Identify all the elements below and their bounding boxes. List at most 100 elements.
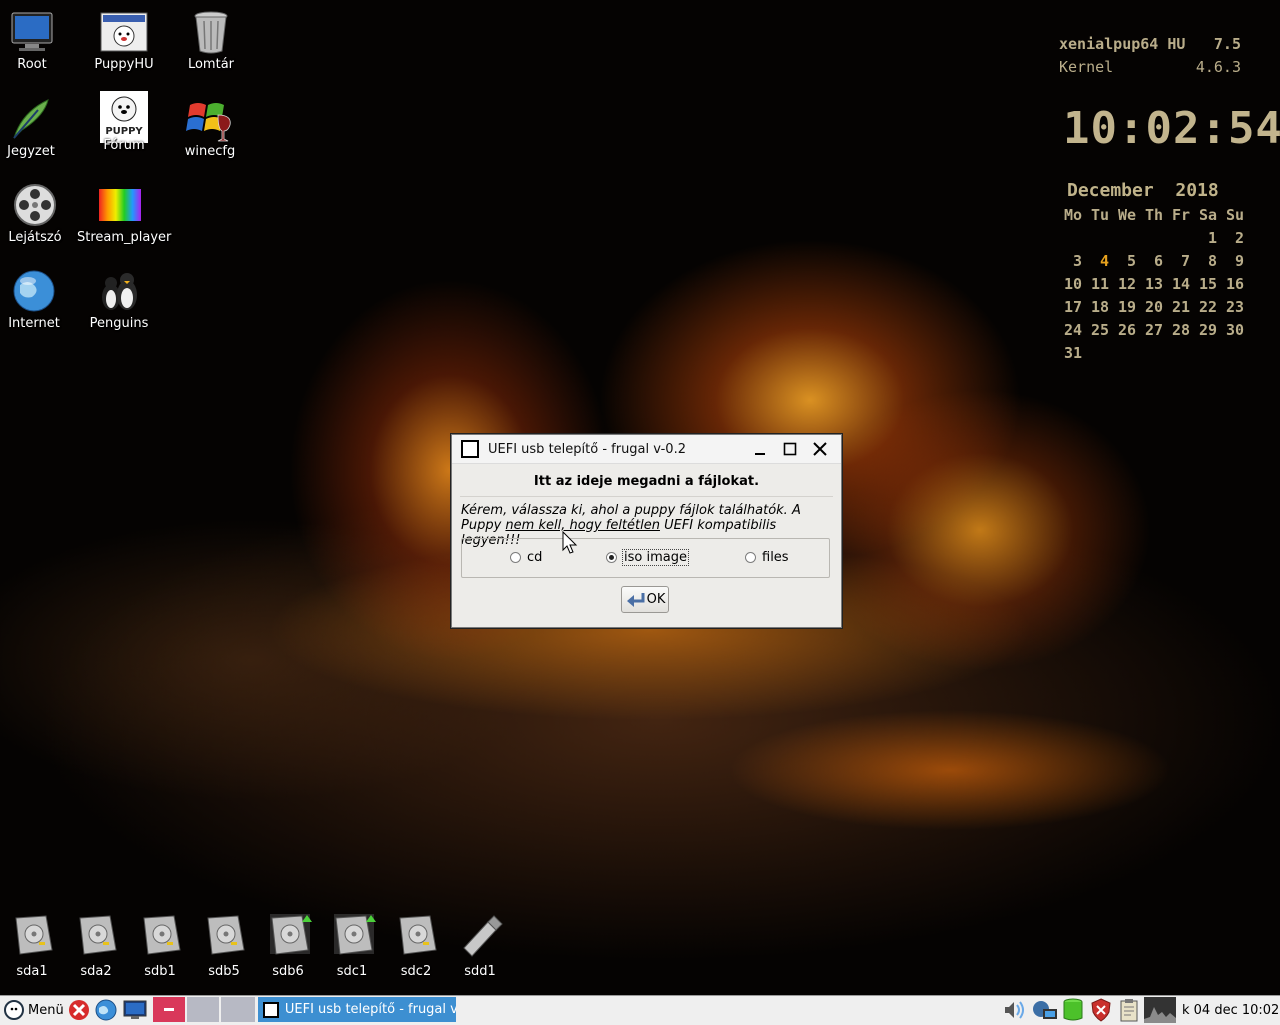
globe-icon bbox=[95, 999, 117, 1021]
radio-files[interactable]: files bbox=[745, 550, 789, 565]
minimize-button[interactable] bbox=[750, 439, 770, 459]
calendar-day bbox=[1190, 342, 1217, 365]
puppy-menu-icon bbox=[4, 1000, 24, 1020]
desktop-icon-internet[interactable]: Internet bbox=[0, 267, 77, 331]
calendar-week: 12 bbox=[1055, 227, 1244, 250]
menu-label: Menü bbox=[28, 1002, 64, 1018]
calendar-day: 12 bbox=[1117, 275, 1136, 293]
volume-tray[interactable] bbox=[1003, 998, 1029, 1022]
desktop-icon-puppyhu[interactable]: PuppyHU bbox=[81, 8, 167, 72]
storage-tray[interactable] bbox=[1062, 998, 1084, 1022]
firewall-tray[interactable] bbox=[1090, 998, 1112, 1022]
window-icon bbox=[461, 440, 479, 458]
monitor-icon bbox=[123, 1000, 147, 1019]
radio-button[interactable] bbox=[745, 552, 756, 563]
calendar-day: 16 bbox=[1225, 275, 1244, 293]
distro-name: xenialpup64 HU bbox=[1059, 35, 1186, 53]
desktop-icon-player[interactable]: Lejátszó bbox=[0, 181, 78, 245]
drive-label: sdb6 bbox=[272, 964, 304, 979]
calendar-day bbox=[1136, 342, 1163, 365]
drive-icon-sda2[interactable]: sda2 bbox=[66, 912, 126, 979]
desktop-icon-trash[interactable]: Lomtár bbox=[168, 8, 254, 72]
enter-arrow-icon bbox=[626, 592, 645, 607]
desktop-icon-label: Lomtár bbox=[187, 57, 235, 72]
cpu-monitor-tray[interactable] bbox=[1144, 997, 1176, 1023]
drive-label: sda2 bbox=[80, 964, 112, 979]
calendar-week: 10 11 12 13 14 15 16 bbox=[1055, 273, 1244, 296]
desktop-icon-label: Stream_player bbox=[77, 230, 172, 245]
calendar-day: 26 bbox=[1117, 321, 1136, 339]
workspace-2[interactable] bbox=[187, 997, 219, 1022]
calendar-day: 21 bbox=[1171, 298, 1190, 316]
desktop-icon-winecfg[interactable]: winecfg bbox=[167, 95, 253, 159]
calendar-day bbox=[1136, 227, 1163, 250]
calendar-weekday: Tu bbox=[1090, 206, 1109, 224]
terminal-launcher[interactable] bbox=[123, 998, 147, 1022]
drive-icon-sdb1[interactable]: sdb1 bbox=[130, 912, 190, 979]
calendar: Mo Tu We Th Fr Sa Su 1 2 3 4 5 6 7 8 9 10 11 12 13 14 15 16 17… bbox=[1055, 204, 1244, 365]
dialog-title: UEFI usb telepítő - frugal v-0.2 bbox=[488, 441, 686, 457]
calendar-week: 24 25 26 27 28 29 30 bbox=[1055, 319, 1244, 342]
source-type-radio-group: cd iso image files bbox=[461, 538, 830, 578]
calendar-week: 31 bbox=[1055, 342, 1244, 365]
ok-button[interactable]: OK bbox=[621, 586, 669, 613]
desktop-icon-root[interactable]: Root bbox=[0, 8, 75, 72]
drive-icon-sdd1[interactable]: sdd1 bbox=[450, 912, 510, 979]
desktop-icon-forum[interactable]: PUPPY Fórum bbox=[81, 91, 167, 153]
drive-icon-sdc1[interactable]: sdc1 bbox=[322, 912, 382, 979]
close-icon bbox=[813, 442, 827, 456]
calendar-weekday: Mo bbox=[1063, 206, 1082, 224]
kernel-version: 4.6.3 bbox=[1195, 58, 1241, 76]
calendar-day: 23 bbox=[1225, 298, 1244, 316]
desktop-icon-label: winecfg bbox=[184, 144, 236, 159]
start-menu-button[interactable]: Menü bbox=[3, 998, 64, 1022]
calendar-day: 24 bbox=[1063, 321, 1082, 339]
drive-label: sdb5 bbox=[208, 964, 240, 979]
taskbar-task-uefi-installer[interactable]: UEFI usb telepítő - frugal v bbox=[258, 997, 456, 1022]
desktop-icon-stream-player[interactable]: Stream_player bbox=[77, 181, 172, 245]
network-tray[interactable] bbox=[1031, 998, 1059, 1022]
desktop-icon-label: Penguins bbox=[89, 316, 149, 331]
mouse-cursor-icon bbox=[562, 531, 578, 554]
calendar-week: 17 18 19 20 21 22 23 bbox=[1055, 296, 1244, 319]
calendar-day: 19 bbox=[1117, 298, 1136, 316]
workspace-3[interactable] bbox=[221, 997, 255, 1022]
drive-icon-sda1[interactable]: sda1 bbox=[2, 912, 62, 979]
radio-button[interactable] bbox=[510, 552, 521, 563]
calendar-day: 25 bbox=[1090, 321, 1109, 339]
calendar-day: 31 bbox=[1063, 344, 1082, 362]
shield-icon bbox=[1091, 998, 1111, 1022]
calendar-day: 11 bbox=[1090, 275, 1109, 293]
workspace-indicator bbox=[164, 1008, 174, 1011]
calendar-day: 27 bbox=[1144, 321, 1163, 339]
browser-launcher[interactable] bbox=[95, 998, 117, 1022]
penguins-icon bbox=[95, 267, 143, 315]
close-button[interactable] bbox=[810, 439, 830, 459]
calendar-day: 22 bbox=[1198, 298, 1217, 316]
window-icon bbox=[263, 1001, 279, 1018]
drive-icon-sdb5[interactable]: sdb5 bbox=[194, 912, 254, 979]
radio-cd[interactable]: cd bbox=[510, 550, 542, 565]
dialog-titlebar[interactable]: UEFI usb telepítő - frugal v-0.2 bbox=[452, 435, 841, 464]
maximize-button[interactable] bbox=[780, 439, 800, 459]
radio-iso-image[interactable]: iso image bbox=[606, 549, 689, 566]
drive-icon-sdc2[interactable]: sdc2 bbox=[386, 912, 446, 979]
desktop-icon-label: Internet bbox=[8, 316, 60, 331]
close-x-red-icon bbox=[69, 1000, 89, 1020]
quill-icon bbox=[7, 95, 55, 143]
calendar-day: 29 bbox=[1198, 321, 1217, 339]
taskbar: Menü UEFI usb telepítő - frugal v k 04 d… bbox=[0, 995, 1280, 1025]
radio-button[interactable] bbox=[606, 552, 617, 563]
quit-launcher[interactable] bbox=[68, 998, 90, 1022]
desktop-icon-penguins[interactable]: Penguins bbox=[76, 267, 162, 331]
calendar-weekday: We bbox=[1117, 206, 1136, 224]
task-label: UEFI usb telepítő - frugal v bbox=[284, 1002, 456, 1017]
trash-icon bbox=[187, 8, 235, 56]
taskbar-clock[interactable]: k 04 dec 10:02 bbox=[1182, 998, 1279, 1022]
calendar-day bbox=[1082, 227, 1109, 250]
desktop-icon-jegyzet[interactable]: Jegyzet bbox=[0, 95, 74, 159]
workspace-1[interactable] bbox=[153, 997, 185, 1022]
cpu-graph-icon bbox=[1144, 1007, 1176, 1023]
clipboard-tray[interactable] bbox=[1119, 998, 1139, 1022]
drive-icon-sdb6[interactable]: sdb6 bbox=[258, 912, 318, 979]
